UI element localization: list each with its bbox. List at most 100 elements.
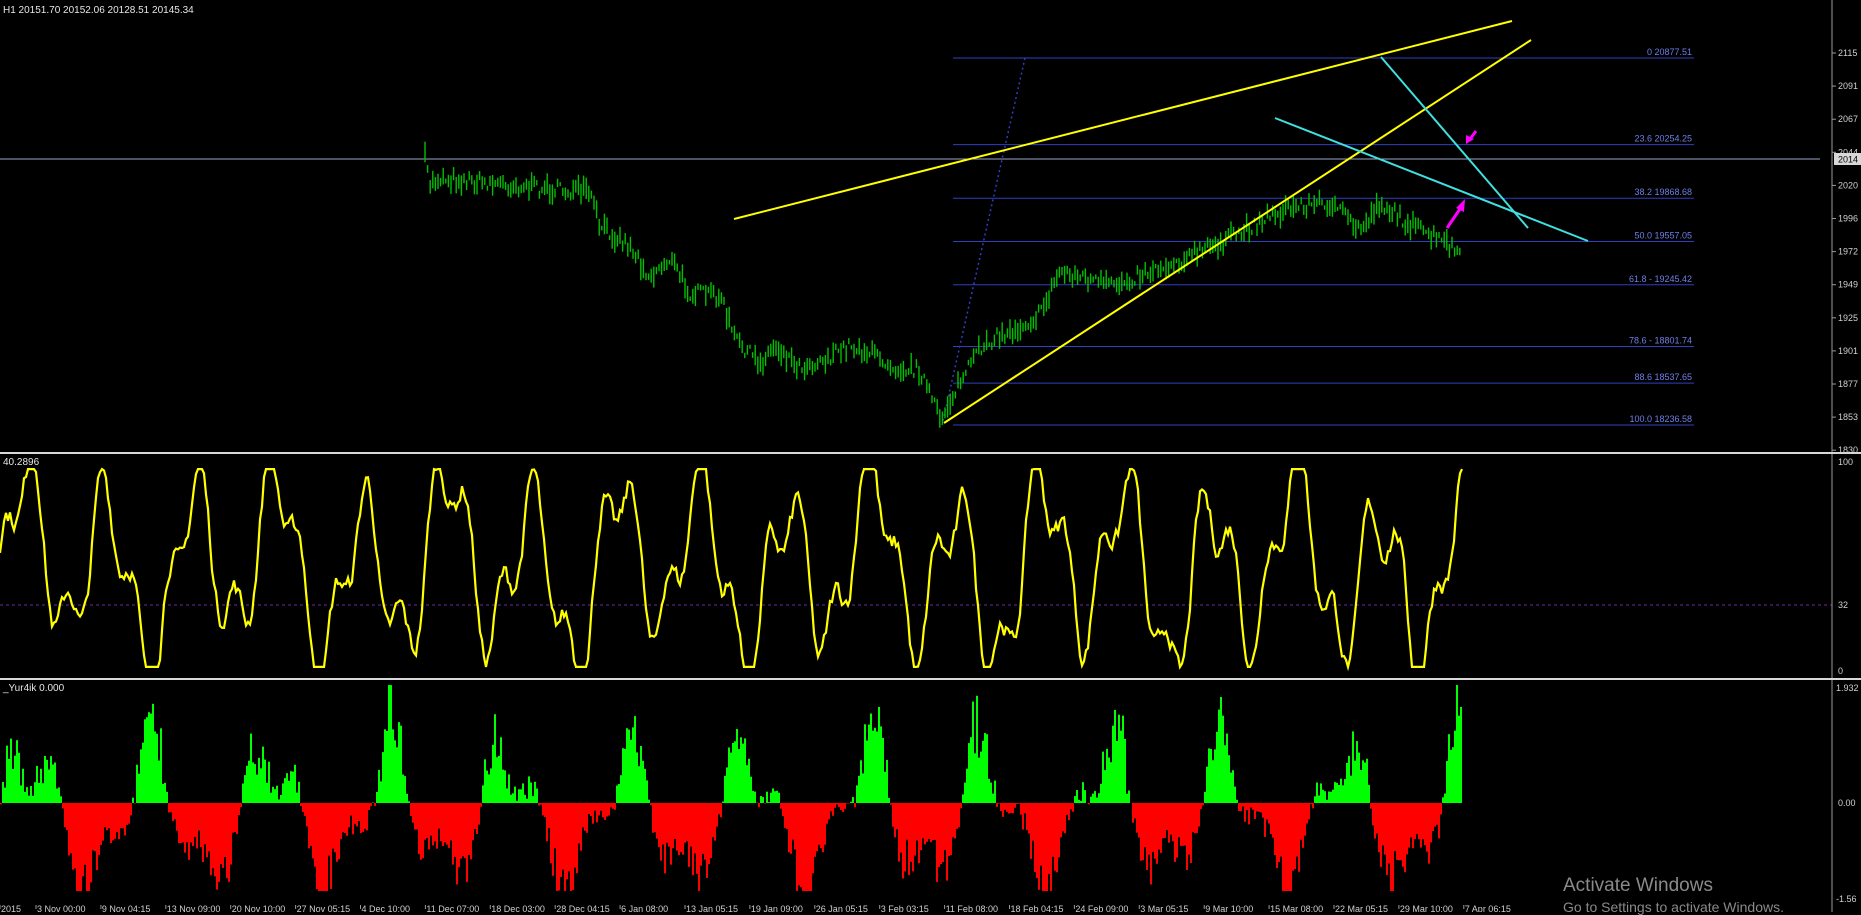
fibonacci-retracement[interactable]: 0 20877.5123.6 20254.2538.2 19868.6850.0… — [953, 47, 1694, 425]
histogram-bar — [768, 802, 770, 803]
histogram-bar — [848, 803, 850, 804]
time-axis[interactable]: 20153 Nov 00:009 Nov 04:1513 Nov 09:0020… — [0, 904, 1511, 912]
histogram-bar — [216, 803, 218, 890]
histogram-bar — [540, 803, 542, 805]
histogram-bar — [422, 803, 424, 858]
oscillator-pane[interactable]: 100 32 0 40.2896 — [0, 454, 1861, 678]
histogram-bar — [604, 803, 606, 820]
histogram-bar — [1300, 803, 1302, 840]
histogram-bar — [810, 803, 812, 891]
histogram-bar — [1282, 803, 1284, 891]
histogram-bar — [780, 803, 782, 809]
histogram-bar — [1018, 803, 1020, 804]
histogram-bar — [1170, 803, 1172, 835]
histogram-bar — [596, 803, 598, 822]
histogram-bar — [36, 766, 38, 803]
histogram-bar — [1226, 734, 1228, 803]
histogram-bar — [1394, 803, 1396, 851]
histogram-bar — [632, 727, 634, 803]
histogram-bar — [190, 803, 192, 843]
histogram-bar — [520, 789, 522, 803]
histogram-bar — [1272, 803, 1274, 838]
histogram-bar — [60, 796, 62, 803]
price-axis-label: 1996 — [1838, 214, 1858, 224]
histogram-bar — [1274, 803, 1276, 855]
histogram-bar — [1332, 790, 1334, 803]
histogram-bar — [156, 734, 158, 803]
fib-level-label: 0 20877.51 — [1647, 47, 1692, 57]
histogram-bar — [1250, 803, 1252, 808]
histogram-bar — [384, 729, 386, 803]
histogram-bar — [1352, 731, 1354, 803]
histogram-bar — [442, 803, 444, 846]
histogram-bar — [54, 763, 56, 804]
arrow-down-marker — [1466, 131, 1476, 144]
fib-level-label: 88.6 18537.65 — [1634, 372, 1692, 382]
histogram-bar — [612, 803, 614, 809]
histogram-bar — [1430, 803, 1432, 842]
price-axis[interactable]: 2115209120672044202019961972194919251901… — [1832, 48, 1858, 453]
histogram-bar — [456, 803, 458, 885]
histogram-bar — [1148, 803, 1150, 855]
histogram-bar — [782, 803, 784, 816]
histogram-bar — [862, 773, 864, 803]
histogram-bar — [908, 803, 910, 875]
main-chart-canvas[interactable]: 0 20877.5123.6 20254.2538.2 19868.6850.0… — [0, 0, 1861, 453]
histogram-bar — [1256, 803, 1258, 812]
histogram-bar — [628, 730, 630, 803]
histogram-bar — [570, 803, 572, 891]
histogram-bar — [322, 803, 324, 891]
histogram-bar — [580, 803, 582, 851]
histogram-bar — [112, 803, 114, 840]
histogram-bar — [1324, 791, 1326, 803]
histogram-bar — [348, 803, 350, 827]
histogram-bar — [70, 803, 72, 853]
histogram-bar — [652, 803, 654, 833]
time-axis-label: 13 Jan 05:15 — [686, 904, 738, 912]
histogram-bar — [1342, 785, 1344, 803]
histogram-bar — [378, 770, 380, 803]
histogram-bar — [932, 803, 934, 840]
histogram-bar — [584, 803, 586, 831]
histogram-bar — [194, 803, 196, 837]
histogram-bar — [1090, 797, 1092, 803]
histogram-bar — [1204, 792, 1206, 803]
histogram-bar — [1084, 790, 1086, 803]
histogram-bar — [704, 803, 706, 860]
histogram-bar — [184, 803, 186, 853]
histogram-bar — [852, 797, 854, 803]
histogram-bar — [1016, 803, 1018, 804]
histogram-bar — [178, 803, 180, 843]
channel-line-resistance[interactable] — [1381, 57, 1528, 228]
histogram-bar — [210, 803, 212, 875]
histogram-bar — [1230, 773, 1232, 803]
histogram-bar — [1294, 803, 1296, 869]
trend-line-lower[interactable] — [944, 40, 1531, 423]
histogram-bar — [116, 803, 118, 832]
histogram-bar — [1318, 796, 1320, 804]
main-chart-pane[interactable]: 0 20877.5123.6 20254.2538.2 19868.6850.0… — [0, 0, 1861, 453]
histogram-bar — [814, 803, 816, 857]
time-axis-label: 4 Dec 10:00 — [362, 904, 411, 912]
oscillator-canvas[interactable]: 100 32 0 — [0, 454, 1861, 678]
histogram-bar — [452, 803, 454, 865]
histogram-bar — [158, 761, 160, 804]
histogram-bar — [44, 756, 46, 803]
histogram-bar — [1242, 803, 1244, 807]
histogram-bar — [964, 783, 966, 803]
histogram-bar — [1348, 756, 1350, 803]
histogram-bar — [896, 803, 898, 829]
histogram-bar — [326, 803, 328, 891]
time-axis-label: 9 Mar 10:00 — [1205, 904, 1253, 912]
histogram-bar — [784, 803, 786, 828]
histogram-bar — [484, 759, 486, 803]
histogram-bar — [72, 803, 74, 870]
histogram-bar — [170, 803, 172, 812]
histogram-bar — [572, 803, 574, 890]
histogram-bar — [1128, 791, 1130, 804]
histogram-bar — [792, 803, 794, 840]
channel-line-support[interactable] — [1275, 118, 1588, 241]
histogram-bar — [1160, 803, 1162, 853]
histogram-bar — [864, 724, 866, 803]
trend-line-upper[interactable] — [734, 21, 1512, 219]
